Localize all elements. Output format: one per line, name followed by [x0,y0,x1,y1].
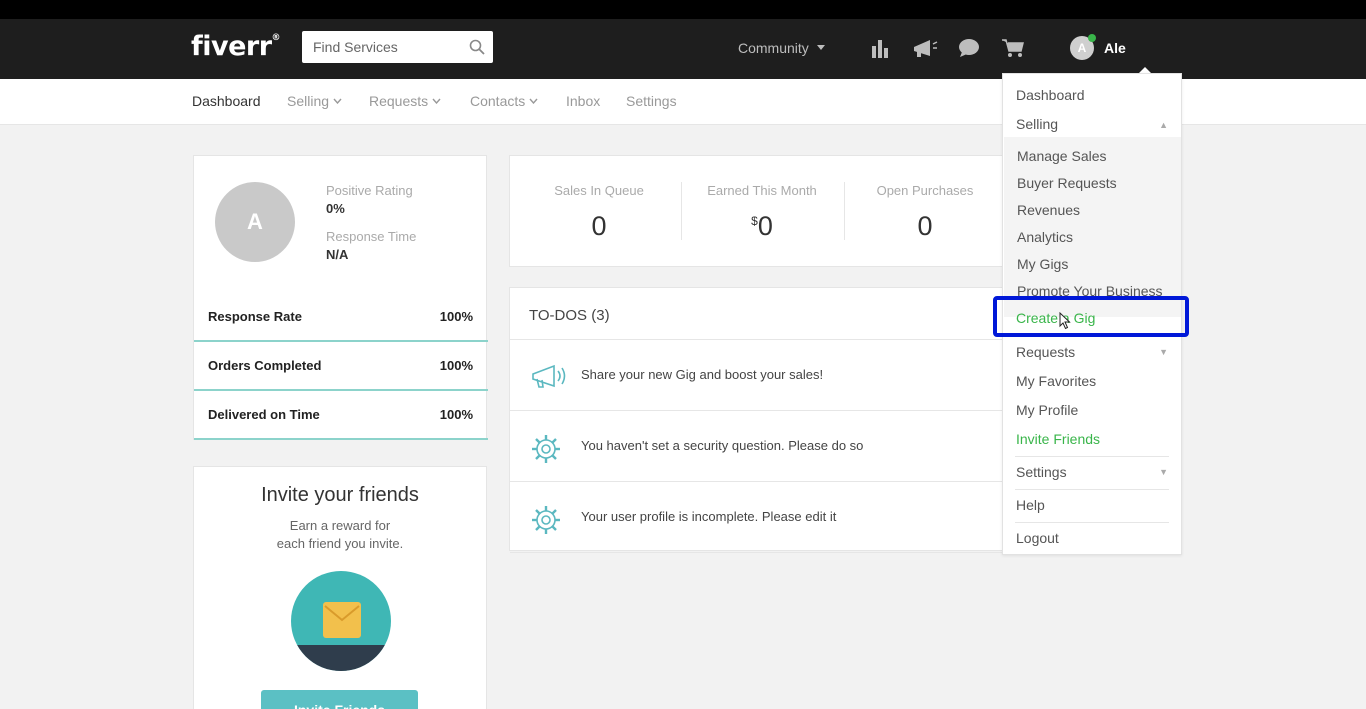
dropdown-item-help[interactable]: Help [1016,497,1045,513]
search-input[interactable] [302,31,462,63]
stat-value: 100% [439,358,473,373]
positive-rating-value: 0% [326,201,345,216]
megaphone-icon [530,362,570,395]
profile-card: A Positive Rating 0% Response Time N/A R… [193,155,488,440]
invite-friends-card: Invite your friends Earn a reward for ea… [193,466,487,709]
header: fiverr® Community A Ale [0,19,1366,79]
dropdown-item-manage-sales[interactable]: Manage Sales [1017,148,1107,164]
chevron-down-icon [432,98,441,104]
dropdown-item-selling[interactable]: Selling [1016,116,1058,132]
megaphone-icon[interactable] [912,38,938,63]
invite-title: Invite your friends [261,484,419,506]
dropdown-item-my-gigs[interactable]: My Gigs [1017,256,1068,272]
dropdown-item-my-profile[interactable]: My Profile [1016,402,1078,418]
chevron-down-icon [816,45,825,50]
fiverr-logo[interactable]: fiverr® [191,31,281,62]
caret-up-icon: ▲ [1159,120,1168,130]
envelope-icon [323,602,361,638]
dropdown-item-invite-friends[interactable]: Invite Friends [1016,431,1100,447]
subnav-settings[interactable]: Settings [626,93,677,109]
subnav-requests[interactable]: Requests [369,93,441,109]
stat-label: Orders Completed [208,358,322,373]
chat-bubble-icon[interactable] [958,38,980,63]
search-box [302,31,493,63]
sales-summary-card: Sales In Queue 0 Earned This Month $0 Op… [509,155,1009,267]
dropdown-item-requests[interactable]: Requests [1016,344,1075,360]
dropdown-item-settings[interactable]: Settings [1016,464,1067,480]
selling-submenu: Manage Sales Buyer Requests Revenues Ana… [1004,137,1181,317]
todo-item[interactable]: You haven't set a security question. Ple… [510,411,1008,482]
highlight-box [993,296,1189,337]
dropdown-item-my-favorites[interactable]: My Favorites [1016,373,1096,389]
response-time-label: Response Time [326,229,417,244]
cart-icon[interactable] [1002,38,1024,63]
community-label: Community [738,40,809,56]
chevron-down-icon [333,98,342,104]
stat-row-orders-completed: Orders Completed 100% [194,342,488,391]
dropdown-item-dashboard[interactable]: Dashboard [1016,87,1085,103]
dropdown-divider [1015,456,1169,457]
todo-item[interactable]: Share your new Gig and boost your sales! [510,340,1008,411]
gear-icon [530,433,562,470]
dropdown-item-revenues[interactable]: Revenues [1017,202,1080,218]
invite-subtitle: Earn a reward for each friend you invite… [276,518,404,551]
mouse-cursor-icon [1059,311,1071,335]
stat-value: 100% [439,407,473,422]
chevron-down-icon [529,98,538,104]
positive-rating-label: Positive Rating [326,183,413,198]
dropdown-divider [1015,489,1169,490]
stat-row-delivered-on-time: Delivered on Time 100% [194,391,488,440]
dropdown-item-logout[interactable]: Logout [1016,530,1059,546]
subnav-inbox[interactable]: Inbox [566,93,600,109]
stat-row-response-rate: Response Rate 100% [194,293,488,342]
caret-down-icon: ▼ [1159,467,1168,477]
stat-label: Delivered on Time [208,407,320,422]
subnav-dashboard[interactable]: Dashboard [192,93,261,109]
dropdown-item-buyer-requests[interactable]: Buyer Requests [1017,175,1117,191]
profile-avatar[interactable]: A [215,182,295,262]
dropdown-item-analytics[interactable]: Analytics [1017,229,1073,245]
online-status-dot [1088,34,1096,42]
gear-icon [530,504,562,541]
todos-header: TO-DOS (3) [510,288,1008,340]
subnav-contacts[interactable]: Contacts [470,93,538,109]
stat-value: 100% [439,309,473,324]
username[interactable]: Ale [1104,40,1126,56]
top-black-bar [0,0,1366,19]
response-time-value: N/A [326,247,349,262]
subnav-selling[interactable]: Selling [287,93,342,109]
community-menu[interactable]: Community [738,40,825,56]
analytics-icon[interactable] [871,38,889,63]
search-icon[interactable] [469,39,485,60]
invite-friends-button[interactable]: Invite Friends [261,690,418,709]
envelope-illustration [291,571,391,671]
dropdown-divider [1015,522,1169,523]
caret-down-icon: ▼ [1159,347,1168,357]
stat-label: Response Rate [208,309,302,324]
todos-card: TO-DOS (3) Share your new Gig and boost … [509,287,1009,553]
todo-item[interactable]: Your user profile is incomplete. Please … [510,482,1008,553]
